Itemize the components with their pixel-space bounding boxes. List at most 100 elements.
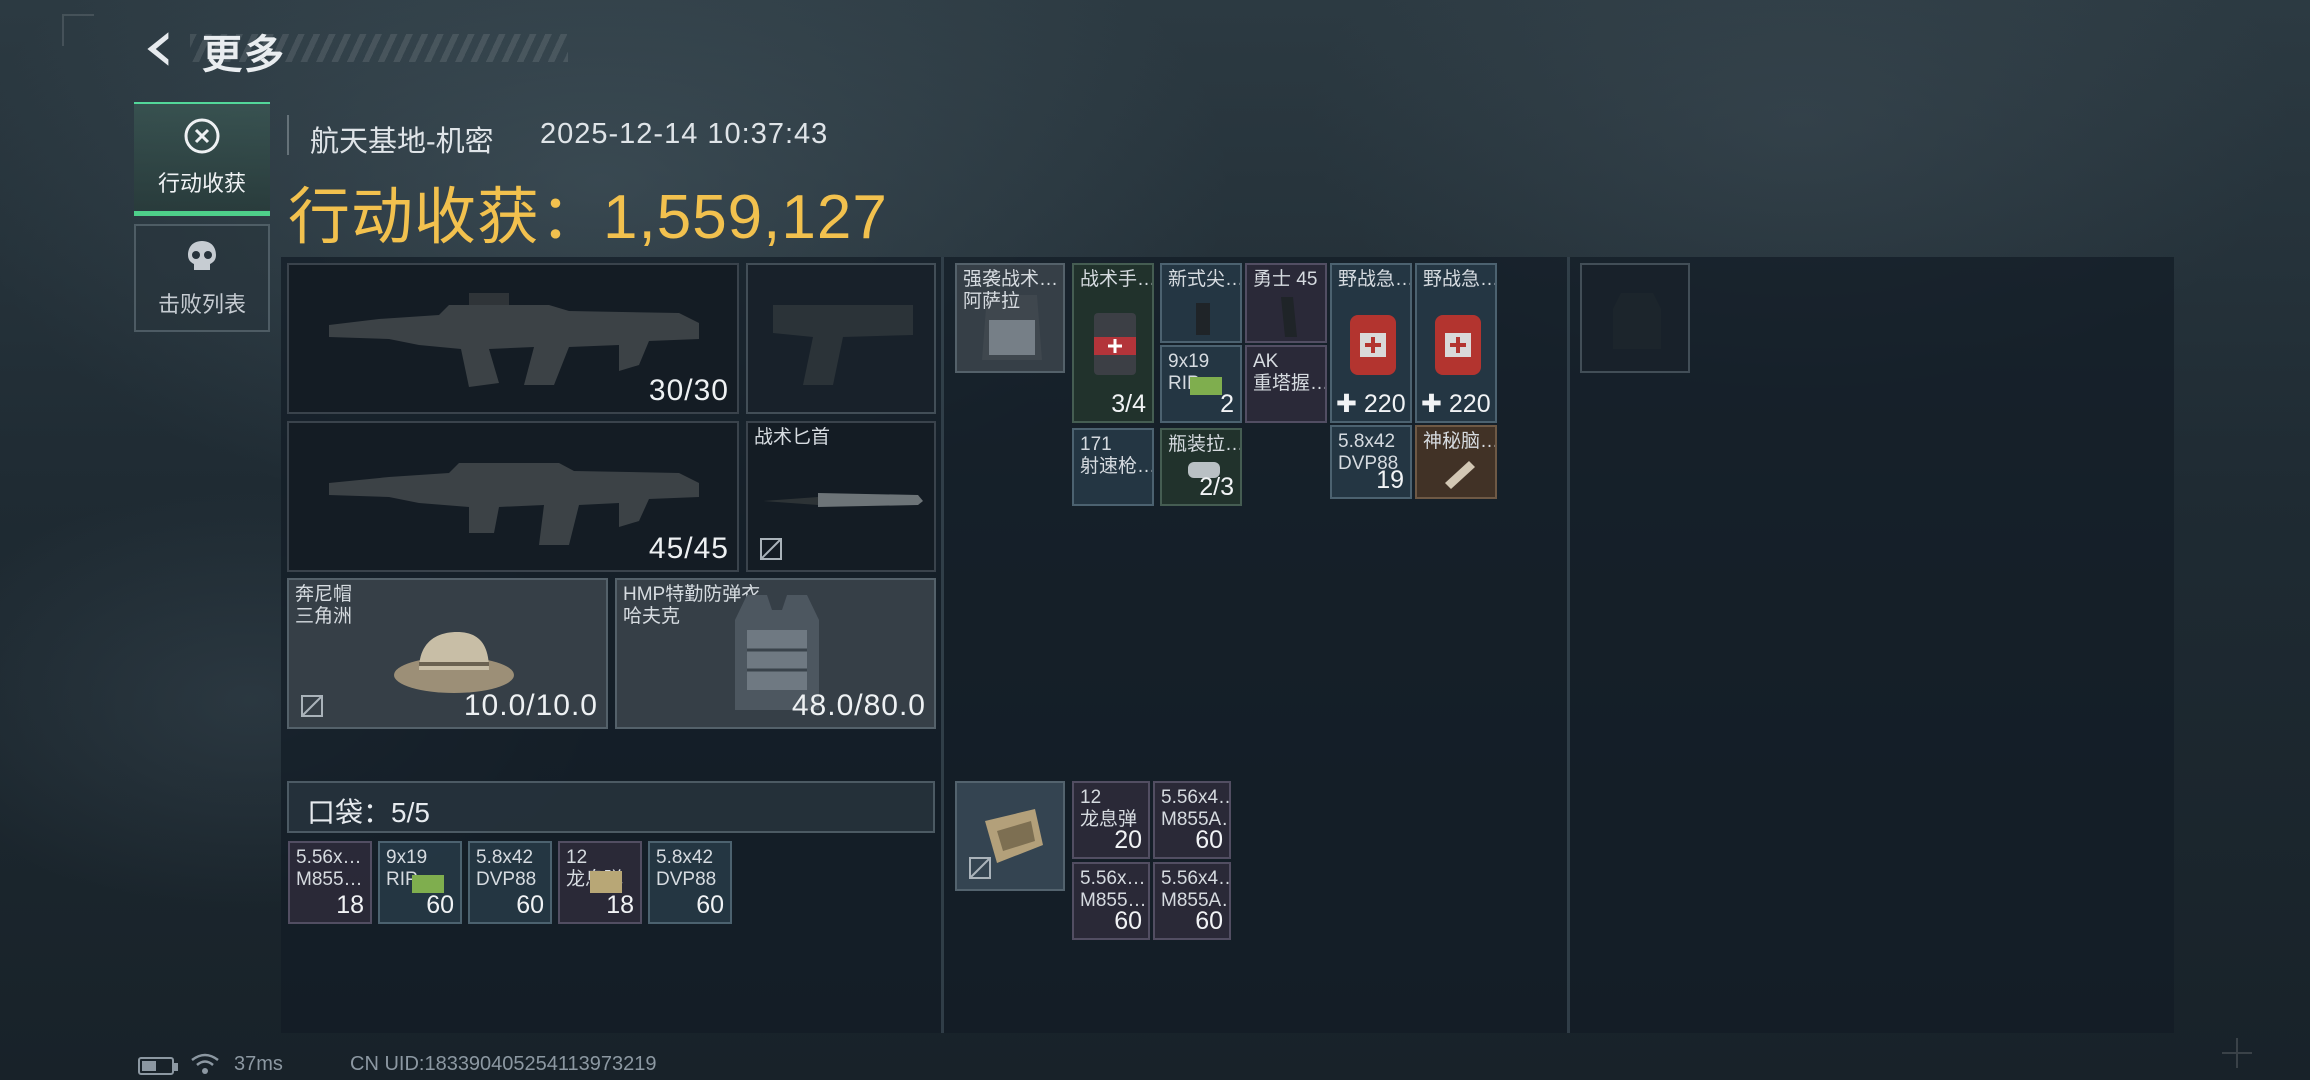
chest-rig-item[interactable]: 5.8x42 DVP88 19 (1330, 425, 1412, 499)
pocket-item[interactable]: 5.56x… M855… 18 (288, 841, 372, 924)
back-button[interactable] (135, 24, 185, 74)
pocket-item[interactable]: 5.8x42 DVP88 60 (648, 841, 732, 924)
item-name: 神秘脑… (1423, 431, 1497, 452)
not-insured-icon (301, 695, 323, 717)
chest-rig-faction: 阿萨拉 (963, 291, 1021, 312)
match-datetime: 2025-12-14 10:37:43 (540, 118, 829, 150)
item-heal: ✚ 220 (1421, 390, 1491, 418)
loot-value: 1,559,127 (603, 183, 888, 252)
pistol-slot[interactable] (746, 263, 936, 414)
backpack-item[interactable]: 5.56x4… M855A… 60 (1153, 862, 1231, 940)
helmet-name: 奔尼帽 (295, 584, 353, 605)
chest-rig-item[interactable]: 新式尖… (1160, 263, 1242, 343)
not-insured-icon (760, 538, 782, 560)
tab-loot-label: 行动收获 (157, 171, 246, 196)
panel-separator (941, 257, 944, 1033)
field-medkit-icon (1350, 315, 1396, 375)
chest-rig-item[interactable]: 勇士 45 (1245, 263, 1327, 343)
item-count: 3/4 (1111, 390, 1146, 418)
knife-slot[interactable]: 战术匕首 (746, 421, 936, 572)
item-subname: 重塔握… (1253, 373, 1327, 394)
pocket-label: 口袋：5/5 (307, 797, 430, 828)
chest-rig-name: 强袭战术… (963, 269, 1059, 290)
item-name: AK (1253, 351, 1279, 372)
item-name: 野战急… (1338, 269, 1412, 290)
knife-name: 战术匕首 (754, 427, 831, 448)
item-name: 勇士 45 (1253, 269, 1318, 290)
item-name: 5.56x4… (1161, 868, 1231, 889)
armor-durability: 48.0/80.0 (791, 689, 926, 722)
armor-faction: 哈夫克 (623, 606, 681, 627)
chest-rig-item[interactable]: AK 重塔握… (1245, 345, 1327, 423)
item-count: 2 (1220, 390, 1234, 418)
skull-icon (188, 241, 216, 270)
helmet-faction: 三角洲 (295, 606, 353, 627)
info-divider (287, 115, 289, 155)
helmet-slot[interactable]: 奔尼帽 三角洲 10.0/10.0 (287, 578, 608, 729)
item-name: 野战急… (1423, 269, 1497, 290)
chest-rig-item[interactable]: 瓶装拉… 2/3 (1160, 428, 1242, 506)
chest-rig-item[interactable]: 神秘脑… (1415, 425, 1497, 499)
brain-chip-icon (1445, 461, 1475, 489)
item-count: 18 (336, 891, 364, 919)
pocket-item[interactable]: 5.8x42 DVP88 60 (468, 841, 552, 924)
loot-label: 行动收获： (288, 183, 604, 252)
item-name: 5.8x42 (476, 847, 534, 868)
secure-container-slot[interactable] (1580, 263, 1690, 373)
item-name: 战术手… (1080, 269, 1154, 290)
armor-slot[interactable]: HMP特勤防弹衣 哈夫克 48.0/80.0 (615, 578, 936, 729)
item-count: 20 (1114, 826, 1142, 854)
not-insured-icon (969, 857, 991, 879)
ammo-box-icon (1190, 377, 1222, 395)
item-count: 60 (1114, 907, 1142, 935)
item-heal: ✚ 220 (1336, 390, 1406, 418)
item-count: 60 (1195, 907, 1223, 935)
chest-rig-item[interactable]: 9x19 RIP… 2 (1160, 345, 1242, 423)
chest-rig-item[interactable]: 171 射速枪… (1072, 428, 1154, 506)
corner-decoration (62, 14, 94, 46)
item-name: 5.56x… (1080, 868, 1146, 889)
magazine-icon (1196, 303, 1210, 335)
item-name: 5.56x… (296, 847, 362, 868)
pistol-icon (773, 305, 913, 385)
page-title: 更多 (202, 33, 286, 77)
loot-value-heading: 行动收获：1,559,127 (288, 166, 888, 256)
back-arrow-icon (147, 32, 169, 66)
boonie-hat-icon (394, 632, 514, 693)
heal-amount: 220 (1363, 390, 1406, 418)
wifi-icon (191, 1053, 219, 1074)
item-count: 2/3 (1199, 473, 1234, 501)
secondary-weapon-slot[interactable]: 45/45 (287, 421, 739, 572)
pocket-item[interactable]: 12 龙息弹 18 (558, 841, 642, 924)
container-silhouette-icon (1613, 293, 1661, 349)
backpack-slot[interactable] (955, 781, 1065, 891)
tab-active-indicator (134, 211, 270, 216)
chest-rig-item[interactable]: 战术手… 3/4 (1072, 263, 1154, 423)
item-name: 12 (1080, 787, 1102, 808)
item-subname: M855… (296, 869, 363, 890)
item-name: 9x19 (386, 847, 428, 868)
tab-loot[interactable]: 行动收获 (134, 102, 270, 216)
backpack-item[interactable]: 5.56x… M855… 60 (1072, 862, 1150, 940)
item-count: 60 (516, 891, 544, 919)
item-name: 新式尖… (1168, 269, 1242, 290)
item-name: 5.8x42 (656, 847, 714, 868)
chest-rig-item[interactable]: 野战急… ✚ 220 (1415, 263, 1497, 423)
chest-rig-item[interactable]: 野战急… ✚ 220 (1330, 263, 1412, 423)
primary-weapon-ammo: 30/30 (648, 374, 729, 407)
chest-rig-slot[interactable]: 强袭战术… 阿萨拉 (955, 263, 1065, 373)
primary-weapon-slot[interactable]: 30/30 (287, 263, 739, 414)
tab-kill-list[interactable]: 击败列表 (134, 224, 270, 332)
item-subname: DVP88 (656, 869, 717, 890)
pocket-item[interactable]: 9x19 RIP… 60 (378, 841, 462, 924)
helmet-durability: 10.0/10.0 (463, 689, 598, 722)
field-medkit-icon (1435, 315, 1481, 375)
backpack-item[interactable]: 5.56x4… M855A… 60 (1153, 781, 1231, 859)
map-name: 航天基地-机密 (310, 126, 494, 158)
panel-separator (1567, 257, 1570, 1033)
knife-icon (763, 493, 923, 507)
user-uid: CN UID:18339040525411397321​9 (350, 1053, 657, 1075)
item-count: 19 (1376, 466, 1404, 494)
backpack-item[interactable]: 12 龙息弹 20 (1072, 781, 1150, 859)
item-name: 12 (566, 847, 588, 868)
